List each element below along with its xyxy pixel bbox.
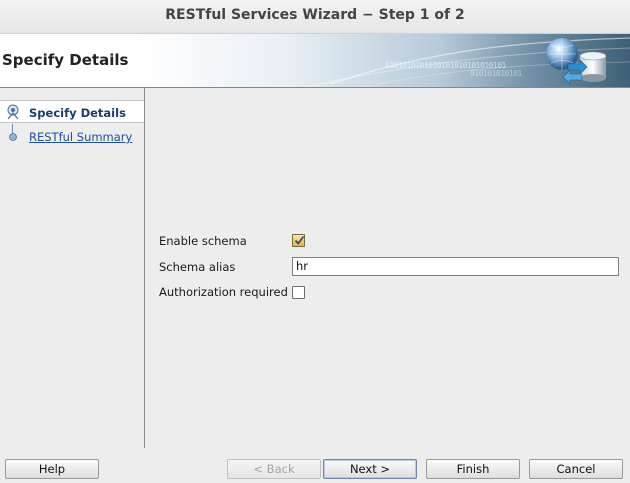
step-connector-line <box>12 124 13 134</box>
step-restful-summary[interactable]: RESTful Summary <box>0 125 144 148</box>
help-button[interactable]: Help <box>5 459 99 479</box>
schema-alias-label: Schema alias <box>159 260 236 274</box>
current-step-icon <box>7 104 19 120</box>
schema-alias-input[interactable]: hr <box>292 257 619 276</box>
checkmark-icon <box>294 235 305 245</box>
authorization-required-label: Authorization required <box>159 285 288 299</box>
enable-schema-checkbox[interactable] <box>292 234 305 247</box>
enable-schema-label: Enable schema <box>159 234 247 248</box>
step-specify-details[interactable]: Specify Details <box>0 100 144 123</box>
finish-button[interactable]: Finish <box>426 459 520 479</box>
next-button[interactable]: Next > <box>323 459 417 479</box>
window-title-bar: RESTful Services Wizard − Step 1 of 2 <box>0 0 630 34</box>
pending-step-icon <box>9 133 17 141</box>
cancel-button[interactable]: Cancel <box>529 459 623 479</box>
wizard-steps-sidebar: Specify Details RESTful Summary <box>0 88 145 448</box>
database-sync-icon <box>546 38 607 85</box>
banner-title: Specify Details <box>2 51 129 69</box>
back-button[interactable]: < Back <box>227 459 321 479</box>
window-title: RESTful Services Wizard − Step 1 of 2 <box>165 7 465 23</box>
authorization-required-checkbox[interactable] <box>292 286 305 299</box>
wizard-banner: Specify Details 010101010101010101010101… <box>0 34 630 88</box>
step-link[interactable]: RESTful Summary <box>29 130 132 144</box>
step-label: Specify Details <box>29 106 126 120</box>
banner-binary-text-2: 010101010101 <box>470 69 522 78</box>
